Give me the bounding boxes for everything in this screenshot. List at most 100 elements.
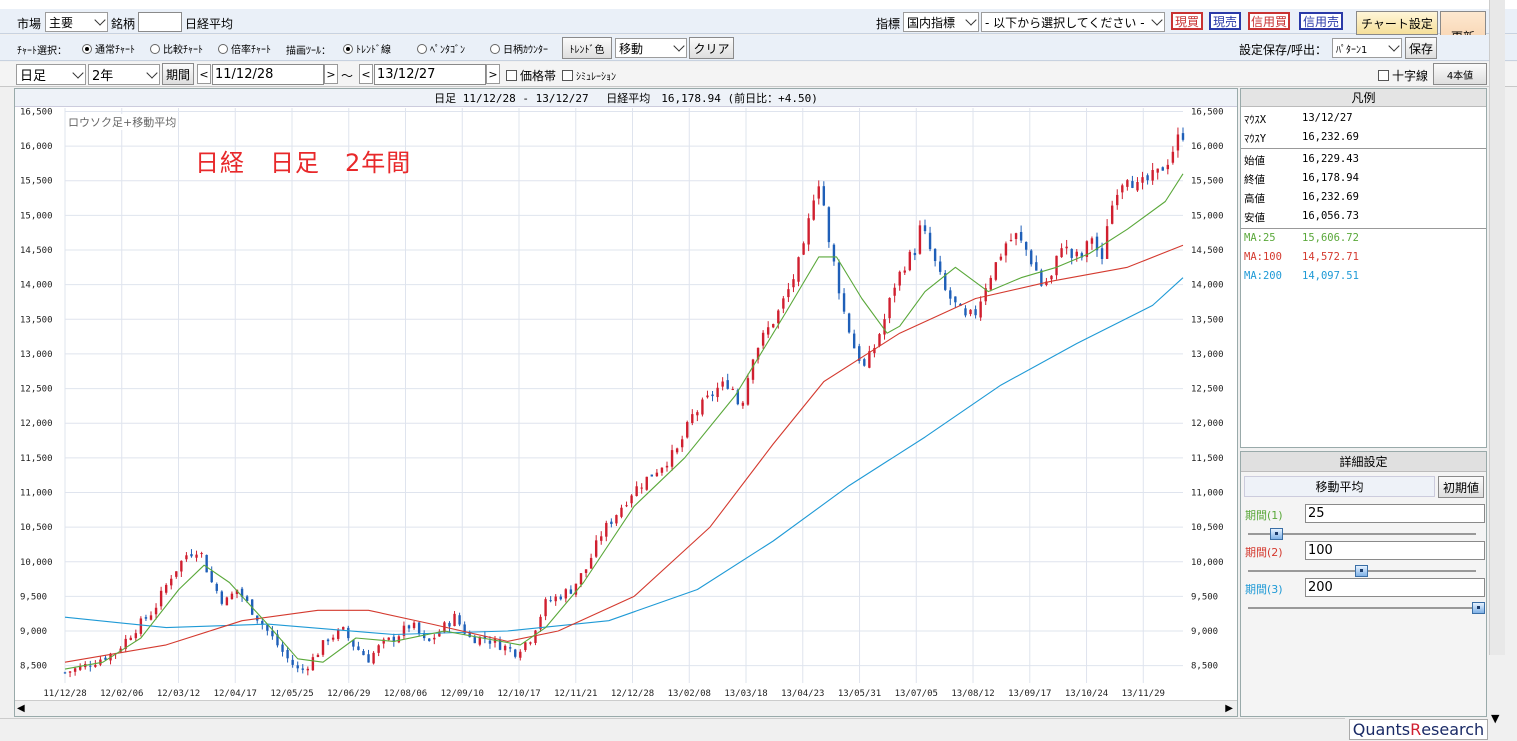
chevron-down-icon [1388, 40, 1400, 52]
prev-from-date-button[interactable]: < [197, 64, 211, 84]
trend-color-button[interactable]: ﾄﾚﾝﾄﾞ色 [562, 37, 612, 59]
indicator-label: 指標 [876, 17, 901, 31]
margin-buy-button[interactable]: 信用買 [1248, 12, 1290, 30]
legend-panel [1240, 88, 1487, 448]
scroll-left-icon[interactable]: ◀ [17, 703, 25, 714]
legend-low-value: 16,056.73 [1302, 210, 1359, 222]
legend-mouse-x-value: 13/12/27 [1302, 112, 1353, 124]
market-select[interactable]: 主要 [45, 12, 108, 32]
y-tick-label-right: 10,000 [1191, 558, 1224, 568]
period-type-select[interactable]: 日足 [16, 64, 86, 85]
candle-body [979, 301, 982, 318]
candle-body [655, 472, 659, 477]
indicator-select[interactable]: 国内指標 [903, 12, 979, 32]
chevron-left-icon: < [199, 67, 209, 81]
next-to-date-button[interactable]: > [486, 64, 500, 84]
slider-thumb[interactable] [1355, 565, 1368, 577]
checkbox-icon [1378, 70, 1389, 81]
candle-body [180, 560, 183, 572]
save-button[interactable]: 保存 [1405, 37, 1437, 59]
crosshair-checkbox[interactable]: 十字線 [1378, 67, 1428, 84]
cash-sell-button[interactable]: 現売 [1209, 12, 1241, 30]
candle-body [1151, 170, 1154, 181]
period3-slider[interactable] [1248, 602, 1485, 614]
candle-body [367, 654, 370, 663]
slider-thumb[interactable] [1270, 528, 1283, 540]
candle-body [1055, 255, 1058, 276]
candle-body [357, 646, 360, 650]
price-band-checkbox[interactable]: 価格帯 [506, 67, 556, 84]
indicator-select-value: 国内指標 [907, 15, 956, 30]
margin-sell-button[interactable]: 信用売 [1299, 12, 1343, 30]
indicator-sub-select[interactable]: - 以下から選択してください - [981, 12, 1165, 32]
x-tick-label: 12/03/12 [157, 689, 200, 699]
candle-body [842, 293, 846, 312]
moving-average-tab[interactable]: 移動平均 [1244, 476, 1435, 497]
cash-buy-button[interactable]: 現買 [1171, 12, 1203, 30]
candle-body [701, 399, 704, 415]
period-button[interactable]: 期間 [162, 63, 194, 85]
radio-normal-chart[interactable]: 通常ﾁｬｰﾄ [82, 41, 135, 56]
scroll-right-icon[interactable]: ▶ [1225, 703, 1233, 714]
scroll-down-icon[interactable]: ▼ [1491, 712, 1499, 725]
radio-pentagon[interactable]: ﾍﾟﾝﾀｺﾞﾝ [417, 41, 465, 56]
candle-body [802, 243, 805, 255]
next-from-date-button[interactable]: > [324, 64, 338, 84]
candle-body [898, 271, 901, 286]
prev-to-date-button[interactable]: < [359, 64, 373, 84]
to-date-input[interactable]: 13/12/27 [374, 64, 486, 85]
candle-body [331, 637, 335, 640]
draw-mode-select[interactable]: 移動 [615, 38, 687, 58]
ma200-line [64, 277, 1184, 636]
radio-ratio-chart[interactable]: 倍率ﾁｬｰﾄ [218, 41, 271, 56]
slider-thumb[interactable] [1472, 602, 1485, 614]
radio-selected-icon [343, 44, 353, 54]
legend-high-value: 16,232.69 [1302, 191, 1359, 203]
symbol-input[interactable] [138, 12, 182, 32]
candle-body [807, 218, 810, 245]
candle-body [514, 649, 517, 657]
pattern-select[interactable]: ﾊﾟﾀｰﾝ1 [1332, 38, 1402, 58]
candle-body [200, 553, 203, 555]
status-bar [0, 718, 1345, 741]
y-tick-label-left: 11,000 [20, 488, 53, 498]
from-date-input[interactable]: 11/12/28 [212, 64, 324, 85]
radio-compare-chart[interactable]: 比較ﾁｬｰﾄ [150, 41, 203, 56]
overlay-text: 日経 日足 2年間 [195, 149, 412, 177]
period3-input[interactable]: 200 [1305, 578, 1485, 597]
span-select[interactable]: 2年 [88, 64, 160, 85]
four-values-button[interactable]: 4本値 [1433, 63, 1487, 85]
candle-body [503, 645, 507, 651]
indicator-sub-select-value: - 以下から選択してください - [985, 15, 1145, 30]
x-tick-label: 12/09/10 [441, 689, 484, 699]
reset-button[interactable]: 初期値 [1438, 476, 1484, 498]
candle-body [969, 309, 972, 315]
radio-day-counter[interactable]: 日柄ｶｳﾝﾀｰ [490, 41, 548, 56]
period3-label: 期間(3) [1245, 583, 1283, 596]
chart-settings-button[interactable]: チャート設定 [1356, 11, 1438, 35]
candle-body [620, 507, 623, 517]
legend-ma100-label: MA:100 [1244, 251, 1282, 263]
period2-input[interactable]: 100 [1305, 541, 1485, 560]
candle-body [650, 474, 654, 477]
chart-scrollbar[interactable]: ◀ ▶ [15, 700, 1237, 716]
clear-button[interactable]: クリア [689, 37, 734, 59]
candle-body [660, 467, 664, 473]
candle-body [949, 290, 952, 299]
x-tick-label: 12/12/28 [611, 689, 654, 699]
y-tick-label-left: 14,500 [20, 246, 53, 256]
candlestick-chart[interactable]: 16,500 16,500 16,000 16,000 15,500 15,500 15,0… [15, 108, 1237, 700]
candle-body [195, 554, 198, 558]
radio-selected-icon [82, 44, 92, 54]
radio-trend-line[interactable]: ﾄﾚﾝﾄﾞ線 [343, 41, 391, 56]
candle-body [554, 596, 557, 602]
candle-body [1110, 205, 1114, 224]
simulation-checkbox[interactable]: ｼﾐｭﾚｰｼｮﾝ [562, 68, 616, 83]
candle-body [812, 200, 815, 220]
candle-body [488, 640, 492, 644]
window-scrollbar[interactable] [1489, 0, 1505, 655]
period1-slider[interactable] [1248, 528, 1476, 540]
period2-slider[interactable] [1248, 565, 1476, 577]
candle-body [827, 207, 831, 243]
period1-input[interactable]: 25 [1305, 504, 1485, 523]
